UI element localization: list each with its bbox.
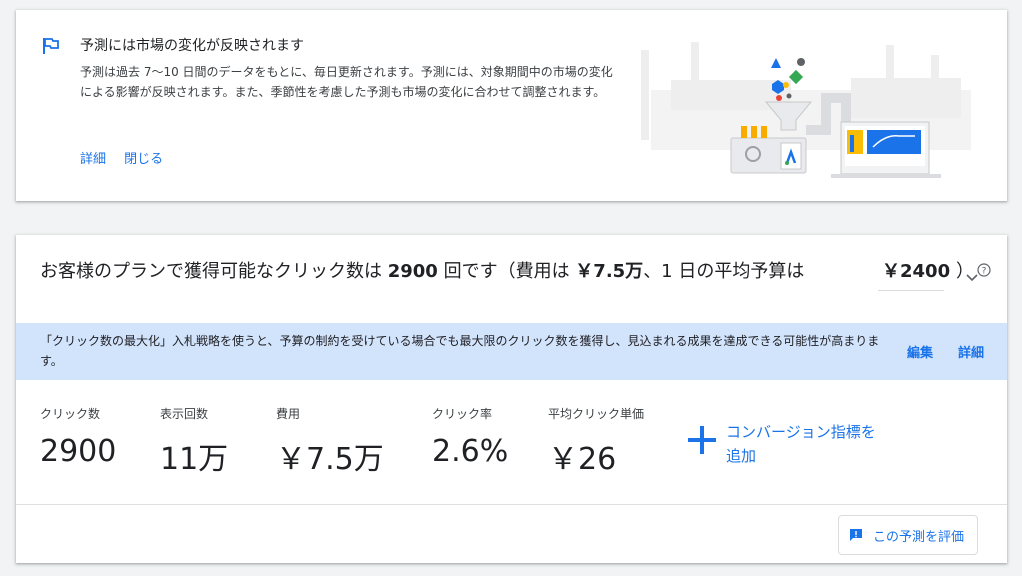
metric-impressions: 表示回数 11万 (160, 405, 228, 478)
metric-value: ￥26 (548, 442, 617, 477)
forecast-card: お客様のプランで獲得可能なクリック数は 2900 回です（費用は ￥7.5万、1… (16, 235, 1007, 563)
card-divider (16, 504, 1007, 505)
rate-forecast-button[interactable]: この予測を評価 (838, 515, 978, 555)
headline-mid1: 回です（費用は (437, 261, 576, 282)
help-icon[interactable]: ? (977, 263, 991, 277)
metric-ctr: クリック率 2.6% (432, 405, 508, 469)
headline-prefix: お客様のプランで獲得可能なクリック数は (40, 261, 388, 282)
metric-cost: 費用 ￥7.5万 (276, 405, 384, 478)
flag-icon (43, 38, 59, 54)
forecast-headline: お客様のプランで獲得可能なクリック数は 2900 回です（費用は ￥7.5万、1… (40, 257, 804, 283)
daily-budget-field[interactable]: ￥2400 (878, 255, 950, 291)
feedback-icon (850, 529, 862, 541)
metric-label: 表示回数 (160, 407, 209, 421)
headline-clicks: 2900 (387, 261, 438, 282)
metric-value: 2900 (40, 434, 117, 469)
notice-body: 予測は過去 7〜10 日間のデータをもとに、毎日更新されます。予測には、対象期間… (80, 65, 613, 99)
forecast-illustration (641, 42, 971, 178)
metric-label: 費用 (276, 407, 301, 421)
market-change-notice-card: 予測には市場の変化が反映されます 予測は過去 7〜10 日間のデータをもとに、毎… (16, 10, 1007, 201)
bid-strategy-banner: 「クリック数の最大化」入札戦略を使うと、予算の制約を受けている場合でも最大限のク… (16, 323, 1007, 380)
notice-details-link[interactable]: 詳細 (80, 152, 106, 167)
metric-avg-cpc: 平均クリック単価 ￥26 (548, 405, 644, 478)
metric-clicks: クリック数 2900 (40, 405, 116, 469)
metric-value: 11万 (160, 442, 229, 477)
banner-message: 「クリック数の最大化」入札戦略を使うと、予算の制約を受けている場合でも最大限のク… (40, 334, 880, 368)
notice-links: 詳細 閉じる (80, 148, 177, 167)
metric-value: 2.6% (432, 434, 509, 469)
metric-label: クリック率 (432, 407, 493, 421)
headline-mid2: 、1 日の平均予算は (643, 261, 805, 282)
rate-forecast-label: この予測を評価 (873, 529, 965, 545)
banner-details-link[interactable]: 詳細 (958, 342, 984, 361)
notice-title: 予測には市場の変化が反映されます (80, 38, 304, 54)
svg-text:?: ? (982, 267, 987, 277)
metric-label: 平均クリック単価 (548, 407, 645, 421)
headline-cost: ￥7.5万 (575, 261, 644, 282)
plus-icon (688, 426, 716, 454)
notice-close-link[interactable]: 閉じる (124, 152, 163, 167)
add-conversion-metric-button[interactable]: コンバージョン指標を追加 (684, 420, 876, 468)
add-conversion-label: コンバージョン指標を追加 (726, 423, 876, 465)
metric-label: クリック数 (40, 407, 101, 421)
metric-value: ￥7.5万 (276, 442, 384, 477)
banner-edit-link[interactable]: 編集 (907, 342, 933, 361)
